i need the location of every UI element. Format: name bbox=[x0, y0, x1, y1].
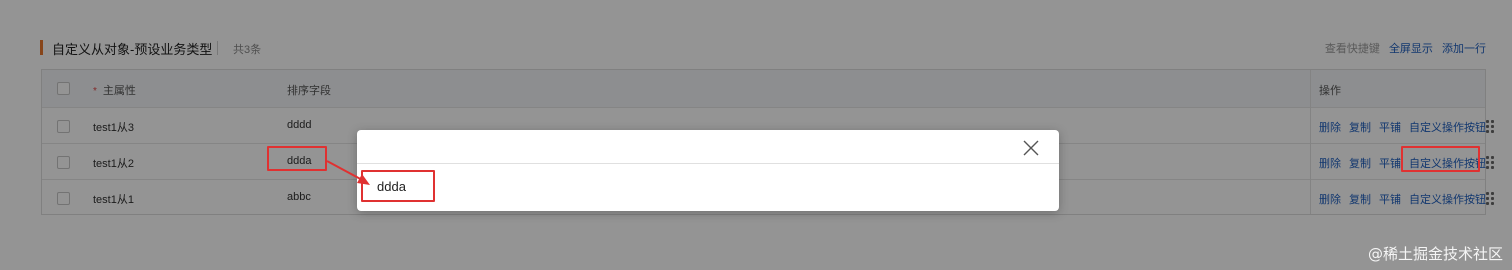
modal-header bbox=[357, 130, 1059, 164]
close-icon[interactable] bbox=[1023, 140, 1039, 156]
highlight-box-cell bbox=[267, 146, 327, 171]
highlight-box-custom-action bbox=[1401, 146, 1480, 172]
watermark: @稀土掘金技术社区 bbox=[1367, 245, 1503, 263]
highlight-box-modal-value bbox=[361, 170, 435, 202]
page: 自定义从对象-预设业务类型 共3条 查看快捷键 全屏显示 添加一行 * 主属性 排… bbox=[0, 0, 1512, 270]
detail-modal: ddda bbox=[357, 130, 1059, 211]
